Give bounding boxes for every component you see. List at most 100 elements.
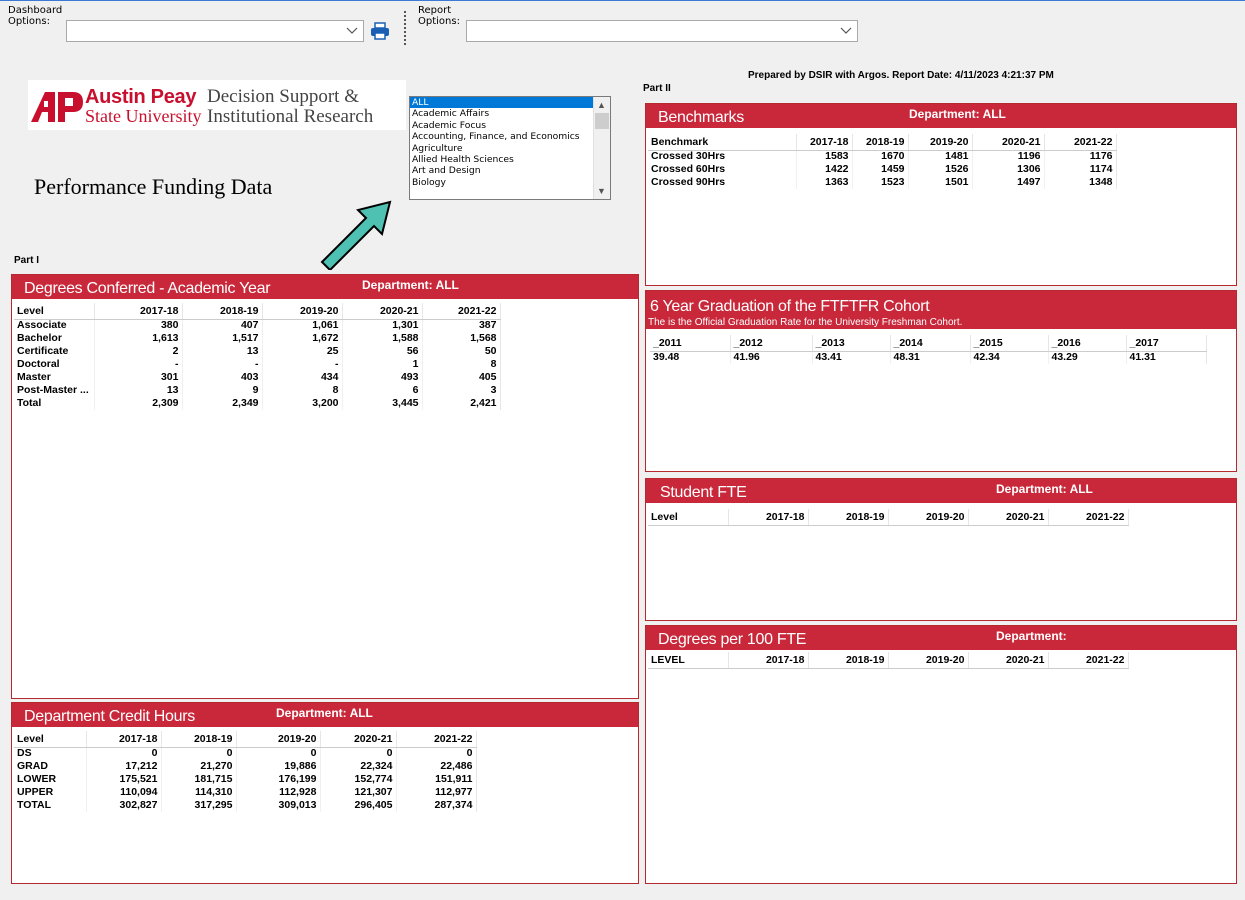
- table-cell: 0: [396, 747, 477, 760]
- panel-title: Degrees per 100 FTE: [658, 631, 807, 648]
- list-item[interactable]: Academic Focus: [410, 120, 594, 131]
- table-cell: 17,212: [86, 760, 162, 773]
- table-cell: Total: [14, 397, 95, 410]
- department-label: Department: ALL: [996, 482, 1093, 496]
- panel-header: Department Credit Hours Department: ALL: [12, 703, 638, 727]
- column-header: Level: [648, 509, 729, 526]
- table-cell: Crossed 90Hrs: [648, 176, 797, 189]
- dashboard-options-label: Dashboard Options:: [8, 5, 62, 27]
- table-cell: 1497: [972, 176, 1045, 189]
- table-cell: 296,405: [320, 799, 397, 812]
- report-options-select[interactable]: [466, 20, 858, 42]
- column-header: 2018-19: [808, 509, 889, 526]
- table-cell: Bachelor: [14, 332, 95, 345]
- part-1-label: Part I: [14, 255, 40, 266]
- table-cell: 493: [342, 371, 423, 384]
- table-cell: 1,061: [262, 319, 343, 332]
- column-header: _2014: [890, 335, 971, 352]
- table-cell: 56: [342, 345, 423, 358]
- table-cell: 1,568: [422, 332, 501, 345]
- list-item[interactable]: ALL: [410, 97, 594, 109]
- department-list-items: ALL Academic Affairs Academic Focus Acco…: [410, 97, 594, 188]
- table-cell: 1,301: [342, 319, 423, 332]
- table-cell: 317,295: [161, 799, 237, 812]
- table-row: Certificate 2 13 25 56 50: [14, 345, 501, 358]
- toolbar: Dashboard Options: Report Options:: [0, 0, 1245, 46]
- table-cell: 1481: [908, 150, 973, 163]
- table-cell: -: [262, 358, 343, 371]
- degrees-per-fte-panel: Degrees per 100 FTE Department: LEVEL 20…: [645, 625, 1237, 884]
- department-listbox[interactable]: ALL Academic Affairs Academic Focus Acco…: [409, 96, 611, 200]
- scroll-down-icon[interactable]: ▼: [597, 186, 606, 196]
- table-cell: Certificate: [14, 345, 95, 358]
- report-options-label: Report Options:: [418, 5, 460, 27]
- table-cell: 181,715: [161, 773, 237, 786]
- scroll-up-icon[interactable]: ▲: [597, 100, 606, 110]
- panel-subtitle: The is the Official Graduation Rate for …: [648, 317, 963, 328]
- credit-hours-panel: Department Credit Hours Department: ALL …: [11, 702, 639, 884]
- table-cell: 1363: [796, 176, 853, 189]
- scrollbar-thumb[interactable]: [595, 113, 609, 129]
- table-cell: 19,886: [236, 760, 321, 773]
- table-cell: 114,310: [161, 786, 237, 799]
- table-cell: 1501: [908, 176, 973, 189]
- table-cell: 9: [182, 384, 263, 397]
- toolbar-separator: [404, 11, 406, 45]
- column-header: 2021-22: [1044, 134, 1117, 151]
- table-row: Crossed 60Hrs 1422 1459 1526 1306 1174: [648, 163, 1117, 176]
- column-header: 2021-22: [396, 731, 477, 748]
- table-cell: 1,613: [94, 332, 183, 345]
- table-cell: 1,517: [182, 332, 263, 345]
- dashboard-label-line1: Dashboard: [8, 5, 63, 16]
- table-cell: 8: [422, 358, 501, 371]
- degrees-conferred-panel: Degrees Conferred - Academic Year Depart…: [11, 274, 639, 699]
- table-cell: 0: [86, 747, 162, 760]
- table-cell: 175,521: [86, 773, 162, 786]
- list-item[interactable]: Agriculture: [410, 143, 594, 154]
- column-header: _2015: [970, 335, 1049, 352]
- table-cell: 1196: [972, 150, 1045, 163]
- ap-logo-mark: [31, 92, 83, 122]
- department-label: Department: ALL: [276, 706, 373, 720]
- dashboard-label-line2: Options:: [8, 16, 50, 27]
- column-header: _2013: [812, 335, 891, 352]
- table-row: TOTAL 302,827 317,295 309,013 296,405 287,374: [14, 799, 477, 812]
- panel-title: Student FTE: [660, 484, 747, 501]
- table-cell: 110,094: [86, 786, 162, 799]
- table-row: 39.48 41.96 43.41 48.31 42.34 43.29 41.3…: [650, 351, 1207, 364]
- graduation-panel: 6 Year Graduation of the FTFTFR Cohort T…: [645, 290, 1237, 472]
- list-item[interactable]: Accounting, Finance, and Economics: [410, 131, 594, 142]
- table-cell: 152,774: [320, 773, 397, 786]
- panel-title: Degrees Conferred - Academic Year: [24, 280, 271, 297]
- list-item[interactable]: Biology: [410, 177, 594, 188]
- table-cell: -: [94, 358, 183, 371]
- part-2-label: Part II: [643, 83, 671, 94]
- page-title: Performance Funding Data: [34, 174, 273, 199]
- column-header: 2018-19: [852, 134, 909, 151]
- table-cell: 43.41: [812, 351, 891, 364]
- list-item[interactable]: Art and Design: [410, 165, 594, 176]
- prepared-by-text: Prepared by DSIR with Argos. Report Date…: [748, 70, 1054, 81]
- listbox-scrollbar[interactable]: ▲ ▼: [593, 97, 610, 199]
- table-header-row: Level 2017-18 2018-19 2019-20 2020-21 20…: [14, 731, 477, 748]
- column-header: 2017-18: [86, 731, 162, 748]
- table-cell: UPPER: [14, 786, 87, 799]
- column-header: 2019-20: [262, 303, 343, 320]
- column-header: 2017-18: [94, 303, 183, 320]
- list-item[interactable]: Allied Health Sciences: [410, 154, 594, 165]
- credit-hours-table: Level 2017-18 2018-19 2019-20 2020-21 20…: [14, 731, 477, 812]
- table-cell: 287,374: [396, 799, 477, 812]
- column-header: 2017-18: [796, 134, 853, 151]
- table-cell: 41.96: [730, 351, 813, 364]
- table-cell: 112,928: [236, 786, 321, 799]
- dashboard-options-select[interactable]: [66, 20, 364, 42]
- print-button[interactable]: [369, 21, 391, 41]
- list-item[interactable]: Academic Affairs: [410, 108, 594, 119]
- benchmarks-table: Benchmark 2017-18 2018-19 2019-20 2020-2…: [648, 134, 1117, 189]
- table-cell: Doctoral: [14, 358, 95, 371]
- table-cell: 387: [422, 319, 501, 332]
- column-header: 2019-20: [888, 509, 969, 526]
- table-row: DS 0 0 0 0 0: [14, 747, 477, 760]
- table-cell: 3,200: [262, 397, 343, 410]
- panel-header: Benchmarks Department: ALL: [646, 104, 1236, 128]
